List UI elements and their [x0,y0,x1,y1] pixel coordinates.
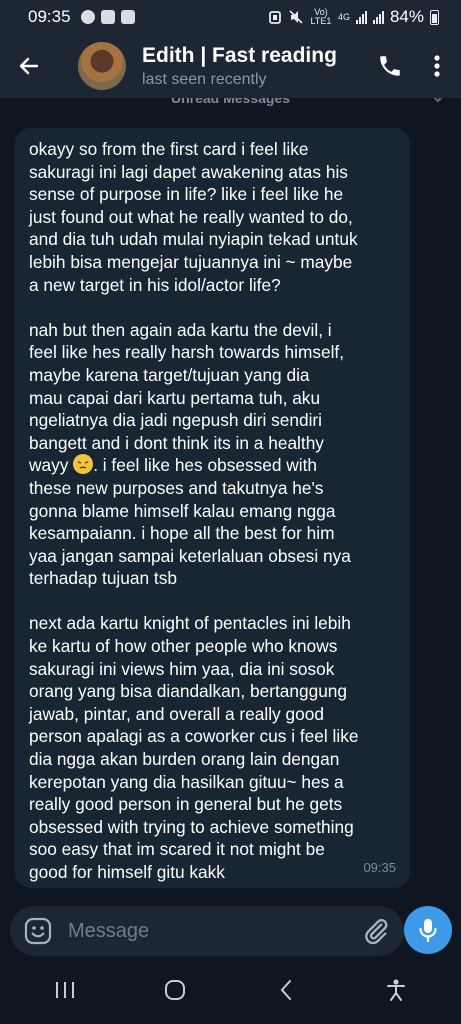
back-button[interactable] [0,34,58,98]
arrow-left-icon [19,57,39,75]
composer-bar [0,904,461,956]
chat-info[interactable]: Edith | Fast reading last seen recently [142,44,377,89]
paperclip-icon[interactable] [362,917,390,945]
chat-title: Edith | Fast reading [142,43,337,67]
status-time: 09:35 [28,7,71,26]
message-bubble[interactable]: okayy so from the first card i feel like… [15,128,410,888]
message-paragraph-3: next ada kartu knight of pentacles ini l… [29,613,359,882]
pensive-face-emoji-icon [73,454,94,475]
signal-icon-2 [372,10,384,24]
home-button[interactable] [150,965,200,1015]
chevron-left-icon [280,980,291,1000]
status-left: 09:35 [28,7,135,27]
signal-icon [355,10,367,24]
system-nav-bar [0,956,461,1024]
emoji-icon[interactable] [24,917,52,945]
message-notification-icon [80,10,95,24]
message-paragraph-2: nah but then again ada kartu the devil, … [29,319,396,590]
status-bar: 09:35 Vo) LTE1 4G 84% [0,0,461,34]
last-seen-status: last seen recently [142,70,267,88]
inline-text-before-emoji: wayy [29,455,74,476]
message-paragraph-2-text: nah but then again ada kartu the devil, … [29,319,345,453]
inline-text-after-emoji: . i feel like hes obsessed with [93,455,317,476]
chat-header: Edith | Fast reading last seen recently [0,34,461,98]
status-right: Vo) LTE1 4G 84% [268,7,439,27]
network-type: 4G [337,11,350,22]
message-paragraph-2-cont: these new purposes and takutnya he's gon… [29,477,351,589]
accessibility-button[interactable] [371,965,421,1015]
message-input[interactable] [68,919,362,943]
line-app-icon [100,10,115,24]
battery-icon [430,9,439,25]
avatar[interactable] [78,42,126,90]
microphone-button[interactable] [404,906,452,954]
back-nav-button[interactable] [261,965,311,1015]
alarm-icon [269,11,281,24]
microphone-icon [419,919,437,943]
unread-messages-banner: Unread Messages [170,98,291,106]
home-icon [165,980,186,1000]
battery-percent: 84% [389,7,424,26]
more-vertical-icon[interactable] [433,54,441,78]
mute-icon [289,10,303,24]
gallery-icon [120,10,135,24]
accessibility-icon [386,979,405,1001]
message-time: 09:35 [363,860,396,876]
volte-label: Vo) LTE1 [310,7,332,26]
message-paragraph-1: okayy so from the first card i feel like… [29,139,358,295]
chevron-down-icon[interactable] [431,98,445,104]
header-actions [377,53,441,79]
recent-apps-button[interactable] [40,965,90,1015]
chat-area[interactable]: Unread Messages okayy so from the first … [0,98,461,904]
recent-apps-icon [56,982,75,998]
phone-icon[interactable] [377,53,403,79]
composer-pill [10,906,404,956]
